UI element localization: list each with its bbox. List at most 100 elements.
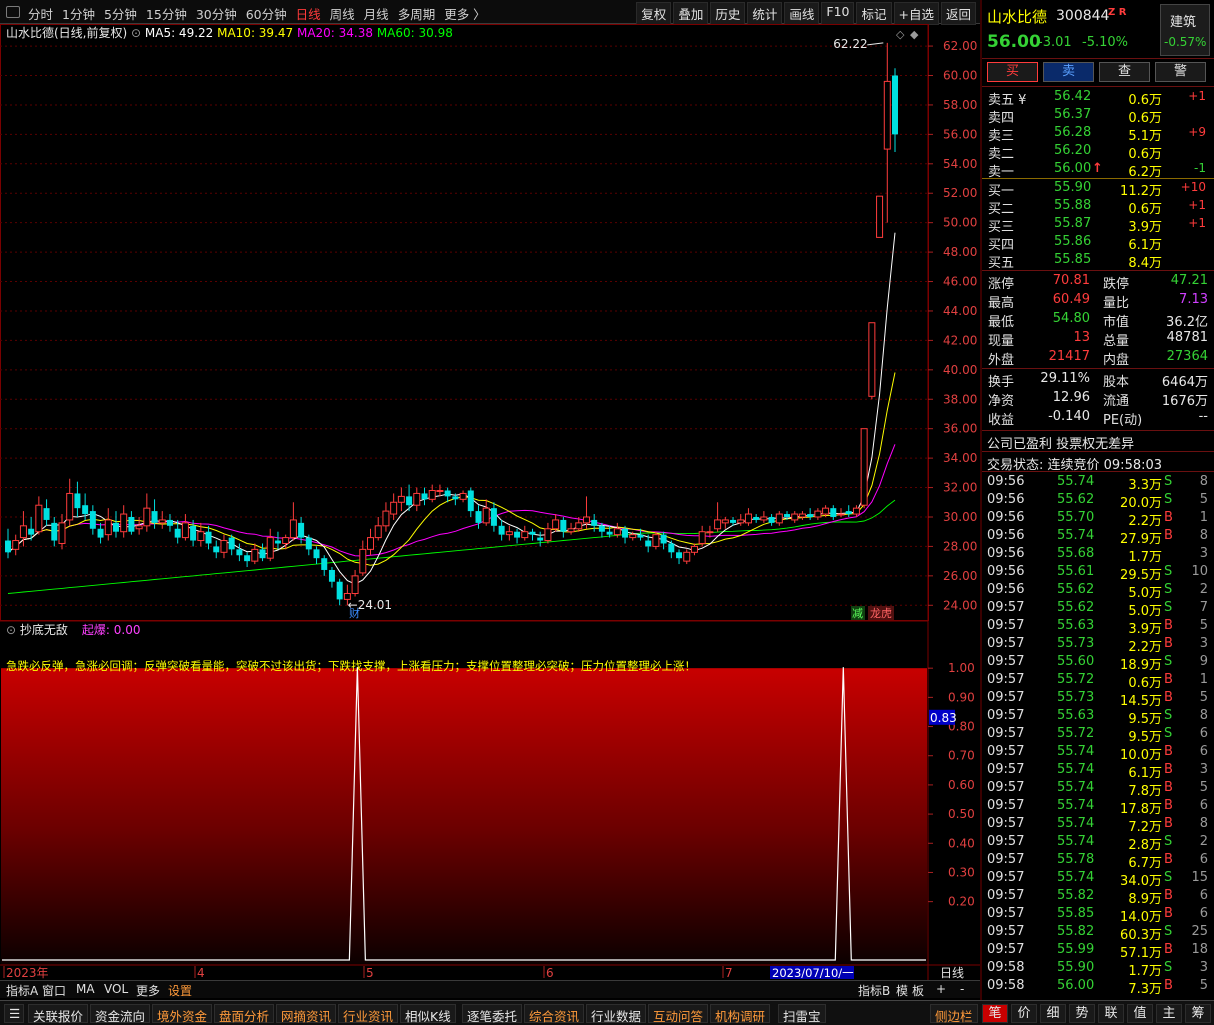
tool-button-0[interactable]: 复权 — [636, 2, 672, 25]
candle-body — [251, 548, 259, 562]
event-marker-cai[interactable]: 财 — [349, 606, 360, 620]
ask-row[interactable]: 卖五 ¥ 56.42 0.6万 +1 — [982, 89, 1214, 108]
book-price: 56.28 — [1054, 125, 1092, 140]
right-tab-0[interactable]: 笔 — [982, 1004, 1008, 1023]
book-divider — [982, 178, 1214, 179]
period-tab-9[interactable]: 多周期 — [398, 4, 436, 23]
bottom-button-9[interactable]: 行业数据 — [586, 1004, 647, 1024]
bottom-button-1[interactable]: 资金流向 — [90, 1004, 151, 1024]
trade-button-2[interactable]: 查 — [1099, 62, 1150, 82]
stat-row: 涨停 70.81 跌停 47.21 — [982, 273, 1214, 292]
period-tab-4[interactable]: 30分钟 — [196, 4, 237, 23]
quote-panel: 山水比德 300844 Z R 56.00 -3.01 -5.10% 建筑 -0.57% 买卖查… — [982, 0, 1214, 1000]
trade-button-3[interactable]: 警 — [1155, 62, 1206, 82]
right-tab-4[interactable]: 联 — [1098, 1004, 1124, 1023]
diamond-filled-icon[interactable]: ◆ — [910, 28, 919, 41]
indicator-tab-3[interactable]: VOL — [104, 982, 128, 996]
bid-row[interactable]: 买一 55.90 11.2万 +10 — [982, 180, 1214, 199]
bottom-button-0[interactable]: 关联报价 — [28, 1004, 89, 1024]
tick-count: 3 — [1199, 636, 1208, 651]
indicator-right-btn-2[interactable]: 板 — [912, 982, 924, 999]
tool-button-7[interactable]: +自选 — [893, 2, 939, 25]
indicator-right-btn-1[interactable]: 模 — [896, 982, 908, 999]
right-tab-2[interactable]: 细 — [1040, 1004, 1066, 1023]
indicator-tab-1[interactable]: 窗口 — [42, 982, 66, 999]
period-tab-1[interactable]: 1分钟 — [62, 4, 95, 23]
right-tab-1[interactable]: 价 — [1011, 1004, 1037, 1023]
event-marker-jian[interactable]: 减 — [852, 607, 863, 620]
diamond-icon[interactable]: ◇ — [896, 28, 905, 41]
tool-button-2[interactable]: 历史 — [710, 2, 746, 25]
right-tab-3[interactable]: 势 — [1069, 1004, 1095, 1023]
candle — [868, 322, 876, 400]
ask-row[interactable]: 卖一 56.00 ↑ 6.2万 -1 — [982, 161, 1214, 180]
indicator-y-tick: 0.90 — [948, 690, 975, 704]
candle — [181, 514, 189, 541]
period-tab-10[interactable]: 更多 〉 — [444, 4, 485, 23]
tool-button-8[interactable]: 返回 — [940, 2, 976, 25]
period-tab-2[interactable]: 5分钟 — [104, 4, 137, 23]
sector-box[interactable]: 建筑 -0.57% — [1160, 4, 1210, 56]
tick-count: 8 — [1199, 816, 1208, 831]
ask-row[interactable]: 卖二 56.20 0.6万 — [982, 143, 1214, 162]
tool-button-6[interactable]: 标记 — [856, 2, 892, 25]
indicator-tab-5[interactable]: 设置 — [168, 982, 192, 999]
bottom-button-5[interactable]: 行业资讯 — [338, 1004, 399, 1024]
candle-body — [892, 75, 898, 135]
candle-body — [367, 537, 375, 550]
period-tab-3[interactable]: 15分钟 — [146, 4, 187, 23]
tool-button-3[interactable]: 统计 — [747, 2, 783, 25]
candle — [321, 555, 328, 576]
bottom-button-7[interactable]: 逐笔委托 — [462, 1004, 523, 1024]
period-tab-0[interactable]: 分时 — [28, 4, 53, 23]
tick-side: S — [1164, 654, 1173, 669]
indicator-settings-icon[interactable]: ⊙ — [6, 623, 20, 637]
period-tab-5[interactable]: 60分钟 — [246, 4, 287, 23]
bottom-button-2[interactable]: 境外资金 — [152, 1004, 213, 1024]
bid-row[interactable]: 买二 55.88 0.6万 +1 — [982, 198, 1214, 217]
tool-button-5[interactable]: F10 — [821, 2, 855, 25]
tool-button-1[interactable]: 叠加 — [673, 2, 709, 25]
stat-label: 总量 — [1103, 334, 1130, 349]
trade-button-1[interactable]: 卖 — [1043, 62, 1094, 82]
stat-label: 现量 — [988, 334, 1015, 349]
right-tab-5[interactable]: 值 — [1127, 1004, 1153, 1023]
indicator-tab-2[interactable]: MA — [76, 982, 95, 996]
bottom-button-10[interactable]: 互动问答 — [648, 1004, 709, 1024]
period-tab-7[interactable]: 周线 — [330, 4, 355, 23]
event-marker-longhu[interactable]: 龙虎 — [870, 607, 892, 620]
bid-row[interactable]: 买三 55.87 3.9万 +1 — [982, 216, 1214, 235]
indicator-tab-0[interactable]: 指标A — [6, 982, 38, 999]
bottom-button-12[interactable]: 扫雷宝 — [778, 1004, 826, 1024]
tool-button-4[interactable]: 画线 — [784, 2, 820, 25]
ask-row[interactable]: 卖三 56.28 5.1万 +9 — [982, 125, 1214, 144]
bid-row[interactable]: 买四 55.86 6.1万 — [982, 234, 1214, 253]
divider — [982, 471, 1214, 472]
bottom-button-13[interactable]: 侧边栏 — [930, 1004, 978, 1024]
period-tab-8[interactable]: 月线 — [364, 4, 389, 23]
period-tab-6[interactable]: 日线 — [296, 4, 321, 23]
indicator-right-btn-0[interactable]: 指标B — [858, 982, 890, 999]
app-menu-icon[interactable] — [6, 6, 20, 18]
candle-body — [89, 511, 96, 529]
bottom-button-3[interactable]: 盘面分析 — [214, 1004, 275, 1024]
indicator-tab-4[interactable]: 更多 — [136, 982, 160, 999]
right-tab-6[interactable]: 主 — [1156, 1004, 1182, 1023]
bottom-button-4[interactable]: 网摘资讯 — [276, 1004, 337, 1024]
indicator-right-btn-4[interactable]: - — [960, 982, 964, 996]
candle-body — [12, 540, 20, 550]
ask-row[interactable]: 卖四 56.37 0.6万 — [982, 107, 1214, 126]
candle-body — [236, 549, 243, 556]
ma10-label: MA10: 39.47 — [213, 26, 293, 40]
tick-row: 09:57 55.73 2.2万 B 3 — [982, 636, 1214, 655]
bottom-button-6[interactable]: 相似K线 — [400, 1004, 456, 1024]
right-tab-7[interactable]: 筹 — [1185, 1004, 1211, 1023]
bottom-button-11[interactable]: 机构调研 — [710, 1004, 771, 1024]
bid-row[interactable]: 买五 55.85 8.4万 — [982, 252, 1214, 271]
bottom-menu-icon[interactable]: ☰ — [4, 1004, 24, 1023]
bottom-button-8[interactable]: 综合资讯 — [524, 1004, 585, 1024]
indicator-right-btn-3[interactable]: + — [936, 982, 946, 996]
period-label[interactable]: 日线 — [940, 966, 964, 980]
trade-button-0[interactable]: 买 — [987, 62, 1038, 82]
chart-area[interactable]: 62.00 60.00 58.00 56.00 54.00 52.00 50.00 48.00… — [0, 24, 980, 980]
